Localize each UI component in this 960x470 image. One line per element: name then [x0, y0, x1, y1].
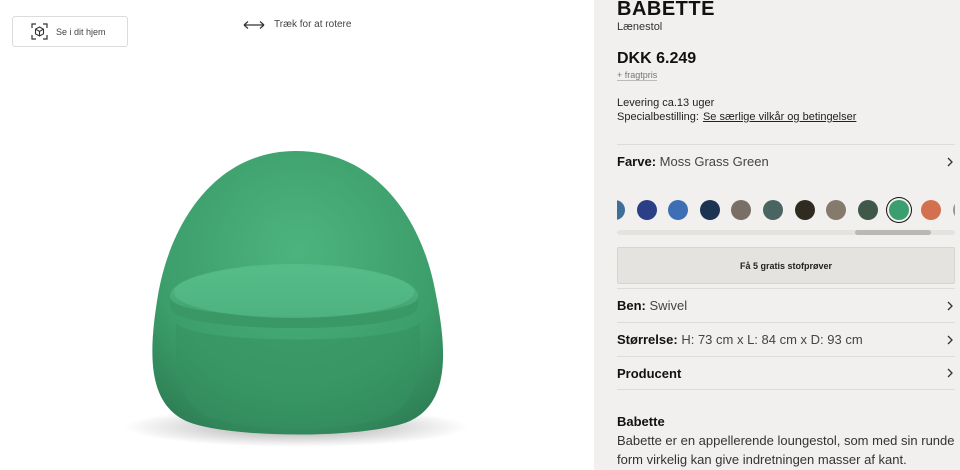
color-label: Farve:	[617, 154, 657, 169]
chevron-right-icon	[947, 157, 953, 166]
rotate-hint-label: Træk for at rotere	[274, 19, 352, 30]
product-viewer[interactable]: Se i dit hjem Træk for at rotere	[0, 0, 594, 470]
swatch-blue[interactable]	[668, 200, 689, 220]
chevron-right-icon	[947, 368, 953, 378]
swatch-taupe[interactable]	[731, 200, 752, 220]
description-title: Babette	[617, 414, 665, 429]
swatch-dark-olive[interactable]	[794, 200, 815, 220]
description-text: Babette er en appellerende loungestol, s…	[617, 433, 955, 467]
special-order-label: Specialbestilling:	[617, 111, 699, 123]
size-label: Størrelse:	[617, 332, 678, 347]
color-option-row[interactable]: Farve: Moss Grass Green	[617, 144, 955, 178]
double-arrow-icon	[243, 20, 265, 29]
swatch-partial-grey[interactable]	[952, 200, 955, 220]
size-option-row[interactable]: Størrelse: H: 73 cm x L: 84 cm x D: 93 c…	[617, 322, 955, 356]
special-order: Specialbestilling: Se særlige vilkår og b…	[617, 111, 856, 123]
swatch-navy[interactable]	[636, 200, 657, 220]
swatch-scrollbar[interactable]	[617, 230, 955, 235]
swatch-terracotta[interactable]	[921, 200, 941, 220]
freight-link[interactable]: + fragtpris	[617, 70, 658, 81]
swatch-slate-green[interactable]	[763, 200, 783, 220]
producer-row[interactable]: Producent	[617, 356, 955, 390]
swatch-scroll-thumb[interactable]	[855, 230, 931, 235]
rotate-hint: Træk for at rotere	[243, 19, 351, 30]
swatch-dark-navy[interactable]	[699, 200, 720, 220]
legs-label: Ben:	[617, 298, 646, 313]
product-price: DKK 6.249	[617, 50, 697, 67]
chair-image	[124, 151, 468, 447]
see-in-home-label: Se i dit hjem	[56, 26, 106, 37]
swatch-moss-grass-green[interactable]	[889, 200, 910, 220]
legs-value: Swivel	[649, 298, 688, 313]
size-value: H: 73 cm x L: 84 cm x D: 93 cm	[681, 332, 863, 347]
chevron-right-icon	[947, 301, 953, 310]
swatch-partial-blue[interactable]	[617, 200, 625, 220]
legs-option-row[interactable]: Ben: Swivel	[617, 288, 955, 322]
product-info-panel: BABETTE Lænestol DKK 6.249 + fragtpris L…	[594, 0, 960, 470]
color-value: Moss Grass Green	[659, 154, 769, 169]
terms-link[interactable]: Se særlige vilkår og betingelser	[703, 111, 856, 123]
ar-cube-icon	[31, 23, 48, 40]
swatch-forest[interactable]	[857, 200, 878, 220]
chevron-right-icon	[947, 335, 953, 344]
product-title: BABETTE	[617, 0, 715, 20]
free-samples-button[interactable]: Få 5 gratis stofprøver	[617, 247, 955, 284]
product-type: Lænestol	[617, 21, 663, 33]
color-swatches	[617, 197, 955, 223]
see-in-home-button[interactable]: Se i dit hjem	[12, 16, 128, 47]
swatch-grey-brown[interactable]	[826, 200, 847, 220]
producer-label: Producent	[617, 365, 682, 381]
delivery-time: Levering ca.13 uger	[617, 97, 715, 109]
